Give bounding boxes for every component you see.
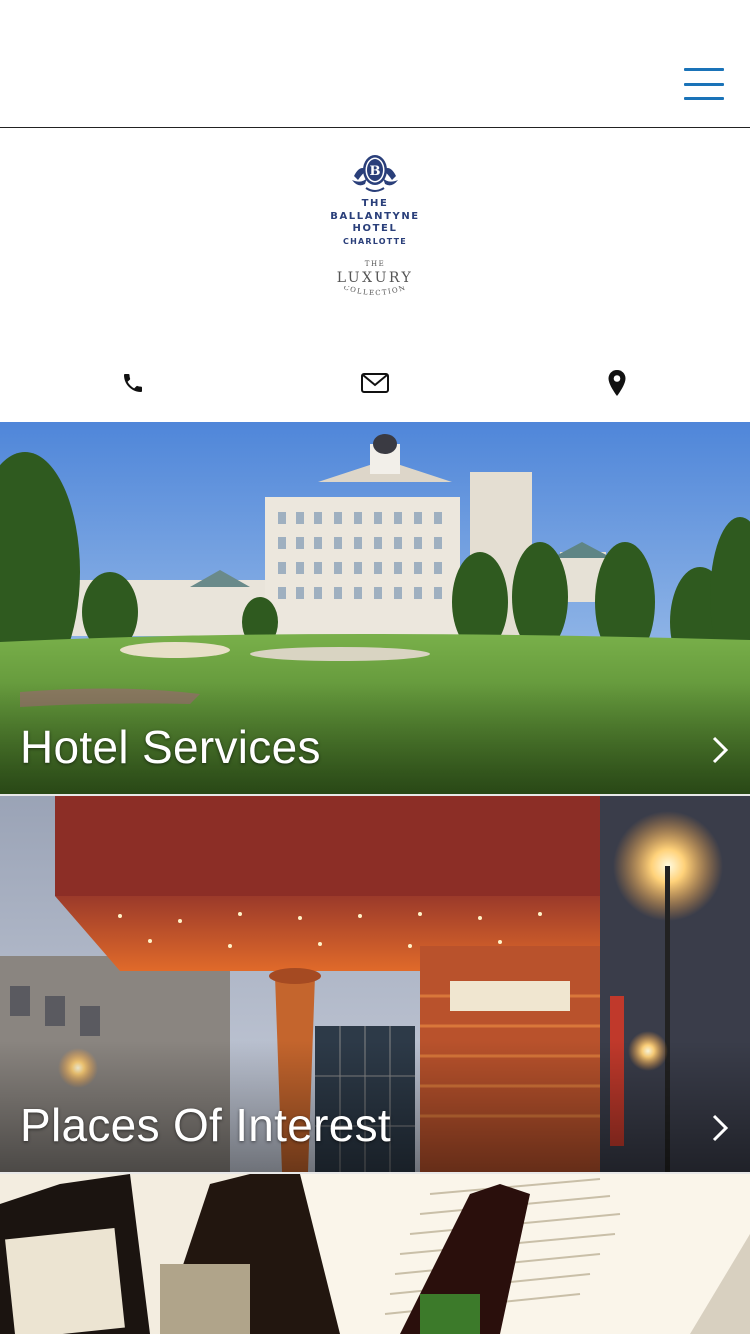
hotel-services-title: Hotel Services bbox=[20, 721, 321, 773]
places-of-interest-panel[interactable]: Places Of Interest bbox=[0, 796, 750, 1172]
top-bar bbox=[0, 0, 750, 128]
phone-icon[interactable] bbox=[118, 368, 148, 398]
places-of-interest-title: Places Of Interest bbox=[20, 1099, 391, 1151]
svg-text:B: B bbox=[370, 164, 381, 179]
chevron-right-icon bbox=[712, 736, 729, 764]
hotel-logo: B THE BALLANTYNE HOTEL CHARLOTTE THE LUX… bbox=[0, 150, 750, 320]
hotel-name-line3: HOTEL bbox=[352, 223, 398, 234]
brand-name: LUXURY bbox=[336, 270, 414, 286]
mail-icon[interactable] bbox=[360, 368, 390, 398]
map-pin-icon[interactable] bbox=[602, 368, 632, 398]
hotel-city: CHARLOTTE bbox=[343, 236, 407, 246]
hotel-name: THE BALLANTYNE HOTEL CHARLOTTE bbox=[330, 198, 419, 248]
page: B THE BALLANTYNE HOTEL CHARLOTTE THE LUX… bbox=[0, 0, 750, 1334]
wine-bottles-image bbox=[0, 1174, 750, 1334]
contact-row bbox=[0, 362, 750, 404]
hotel-services-panel[interactable]: Hotel Services bbox=[0, 422, 750, 794]
hamburger-menu-icon[interactable] bbox=[684, 68, 724, 100]
hotel-name-line2: BALLANTYNE bbox=[330, 210, 420, 222]
crest-icon: B bbox=[352, 155, 398, 192]
brand-the: THE bbox=[364, 260, 386, 268]
brand-collection: COLLECTION bbox=[343, 286, 406, 297]
hotel-name-line1: THE bbox=[361, 198, 389, 209]
chevron-right-icon bbox=[712, 1114, 729, 1142]
dining-panel[interactable] bbox=[0, 1174, 750, 1334]
svg-text:COLLECTION: COLLECTION bbox=[343, 286, 408, 297]
brand-collection-arc: COLLECTION bbox=[343, 286, 408, 297]
